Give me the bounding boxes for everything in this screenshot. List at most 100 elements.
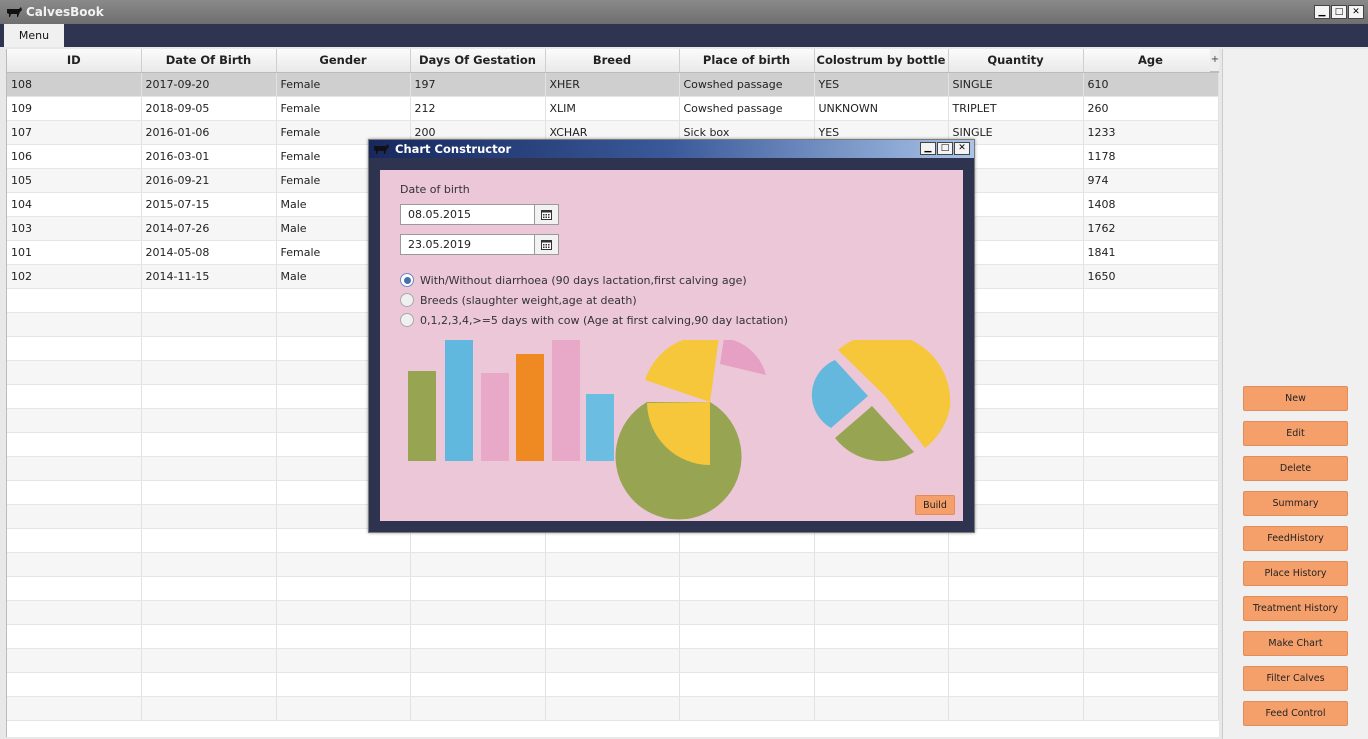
- table-cell[interactable]: [679, 624, 815, 649]
- table-cell[interactable]: [141, 336, 277, 361]
- column-header[interactable]: ID: [7, 49, 142, 73]
- table-cell[interactable]: [7, 432, 142, 457]
- table-cell[interactable]: 2014-07-26: [141, 216, 277, 241]
- table-cell[interactable]: [141, 528, 277, 553]
- table-cell[interactable]: [814, 576, 949, 601]
- table-cell[interactable]: [410, 552, 546, 577]
- table-cell[interactable]: Cowshed passage: [679, 72, 815, 97]
- table-cell[interactable]: [276, 648, 411, 673]
- table-cell[interactable]: XLIM: [545, 96, 680, 121]
- table-cell[interactable]: 107: [7, 120, 142, 145]
- build-button[interactable]: Build: [915, 495, 955, 515]
- table-cell[interactable]: [948, 600, 1084, 625]
- table-cell[interactable]: [1083, 288, 1219, 313]
- table-cell[interactable]: 1408: [1083, 192, 1219, 217]
- table-cell[interactable]: [141, 456, 277, 481]
- table-cell[interactable]: 2015-07-15: [141, 192, 277, 217]
- radio-option-days-with-cow[interactable]: 0,1,2,3,4,>=5 days with cow (Age at firs…: [400, 313, 788, 327]
- table-cell[interactable]: 2014-05-08: [141, 240, 277, 265]
- table-cell[interactable]: [7, 696, 142, 721]
- dialog-maximize-button[interactable]: □: [937, 142, 953, 155]
- table-cell[interactable]: [141, 648, 277, 673]
- table-cell[interactable]: [410, 624, 546, 649]
- table-cell[interactable]: [1083, 552, 1219, 577]
- table-cell[interactable]: [814, 600, 949, 625]
- table-cell[interactable]: [1083, 336, 1219, 361]
- table-cell[interactable]: [1083, 576, 1219, 601]
- table-cell[interactable]: [948, 672, 1084, 697]
- table-cell[interactable]: [814, 552, 949, 577]
- make-chart-button[interactable]: Make Chart: [1243, 631, 1348, 656]
- column-chooser-button[interactable]: +: [1210, 49, 1219, 72]
- table-cell[interactable]: [7, 456, 142, 481]
- table-cell[interactable]: [814, 696, 949, 721]
- table-cell[interactable]: 103: [7, 216, 142, 241]
- table-cell[interactable]: [679, 552, 815, 577]
- table-cell[interactable]: [410, 600, 546, 625]
- table-cell[interactable]: [7, 600, 142, 625]
- table-cell[interactable]: 197: [410, 72, 546, 97]
- feed-control-button[interactable]: Feed Control: [1243, 701, 1348, 726]
- table-cell[interactable]: [948, 696, 1084, 721]
- table-cell[interactable]: [1083, 432, 1219, 457]
- table-cell[interactable]: 108: [7, 72, 142, 97]
- empty-row[interactable]: [7, 552, 1219, 577]
- table-cell[interactable]: [7, 528, 142, 553]
- column-header[interactable]: Quantity: [948, 49, 1084, 73]
- table-cell[interactable]: [679, 696, 815, 721]
- table-cell[interactable]: [141, 600, 277, 625]
- table-cell[interactable]: [1083, 528, 1219, 553]
- table-cell[interactable]: [141, 312, 277, 337]
- table-cell[interactable]: 2017-09-20: [141, 72, 277, 97]
- table-cell[interactable]: UNKNOWN: [814, 96, 949, 121]
- table-cell[interactable]: [1083, 480, 1219, 505]
- table-cell[interactable]: [1083, 312, 1219, 337]
- column-header[interactable]: Date Of Birth: [141, 49, 277, 73]
- table-cell[interactable]: [545, 600, 680, 625]
- table-cell[interactable]: [7, 312, 142, 337]
- empty-row[interactable]: [7, 696, 1219, 721]
- table-cell[interactable]: [948, 576, 1084, 601]
- table-cell[interactable]: 101: [7, 240, 142, 265]
- table-cell[interactable]: Female: [276, 72, 411, 97]
- date-from-field[interactable]: 08.05.2015: [400, 204, 559, 225]
- column-header[interactable]: Breed: [545, 49, 680, 73]
- table-cell[interactable]: [1083, 600, 1219, 625]
- empty-row[interactable]: [7, 624, 1219, 649]
- new-button[interactable]: New: [1243, 386, 1348, 411]
- table-cell[interactable]: [545, 648, 680, 673]
- table-cell[interactable]: [410, 672, 546, 697]
- radio-button[interactable]: [400, 293, 414, 307]
- table-cell[interactable]: [7, 624, 142, 649]
- empty-row[interactable]: [7, 648, 1219, 673]
- table-cell[interactable]: [141, 552, 277, 577]
- table-cell[interactable]: [276, 696, 411, 721]
- table-cell[interactable]: [141, 288, 277, 313]
- table-cell[interactable]: [7, 360, 142, 385]
- empty-row[interactable]: [7, 672, 1219, 697]
- table-cell[interactable]: Female: [276, 96, 411, 121]
- table-cell[interactable]: [141, 360, 277, 385]
- table-cell[interactable]: [276, 552, 411, 577]
- table-cell[interactable]: TRIPLET: [948, 96, 1084, 121]
- table-cell[interactable]: [545, 696, 680, 721]
- table-cell[interactable]: [141, 432, 277, 457]
- table-cell[interactable]: [948, 552, 1084, 577]
- table-cell[interactable]: [1083, 408, 1219, 433]
- dialog-close-button[interactable]: ✕: [954, 142, 970, 155]
- table-cell[interactable]: 1233: [1083, 120, 1219, 145]
- table-cell[interactable]: [7, 552, 142, 577]
- table-cell[interactable]: [7, 288, 142, 313]
- table-cell[interactable]: 2016-09-21: [141, 168, 277, 193]
- table-cell[interactable]: [141, 504, 277, 529]
- table-cell[interactable]: 212: [410, 96, 546, 121]
- table-cell[interactable]: [141, 696, 277, 721]
- table-cell[interactable]: [7, 384, 142, 409]
- table-cell[interactable]: [1083, 648, 1219, 673]
- delete-button[interactable]: Delete: [1243, 456, 1348, 481]
- menu-button[interactable]: Menu: [4, 24, 64, 47]
- table-cell[interactable]: [679, 648, 815, 673]
- table-cell[interactable]: [545, 576, 680, 601]
- calendar-icon[interactable]: [534, 235, 558, 254]
- table-cell[interactable]: [1083, 672, 1219, 697]
